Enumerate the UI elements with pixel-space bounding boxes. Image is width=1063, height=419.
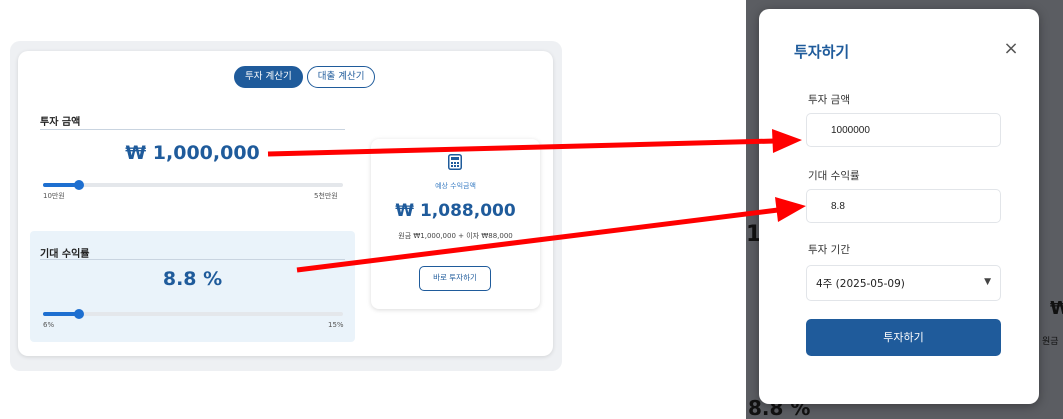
amount-arrow-head [772,129,802,153]
rate-arrow-head [775,197,806,222]
amount-arrow-line [267,138,776,157]
screenshot-stage: 투자 계산기 대출 계산기 투자 금액 ₩ 1,000,000 10만원 5천만… [0,0,1063,419]
rate-arrow-line [296,207,779,273]
annotation-arrows [267,129,806,273]
